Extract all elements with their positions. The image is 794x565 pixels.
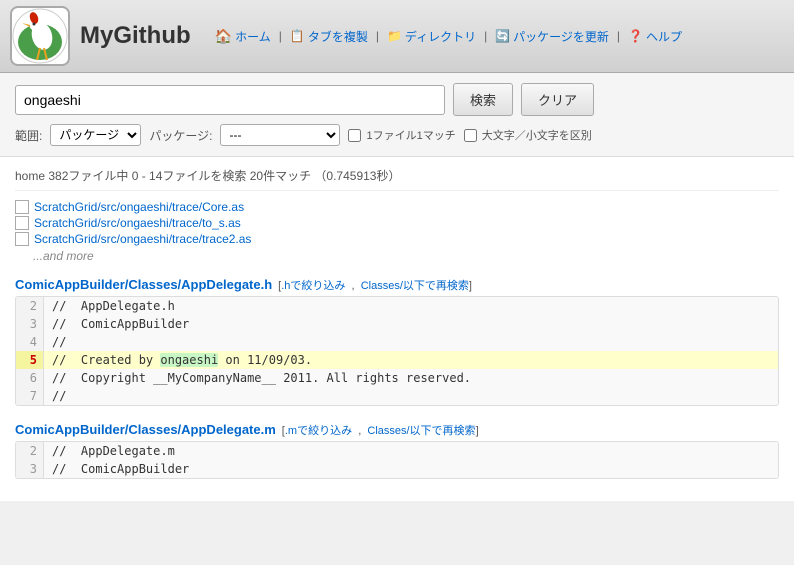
code-file-link[interactable]: ComicAppBuilder/Classes/AppDelegate.m [15, 422, 276, 437]
scope-select[interactable]: パッケージ [50, 124, 141, 146]
code-line: 6 // Copyright __MyCompanyName__ 2011. A… [16, 369, 778, 387]
filter-ext-link[interactable]: .hで絞り込み [281, 280, 345, 292]
directory-icon: 📁 [387, 29, 402, 43]
filter-row: 範囲: パッケージ パッケージ: --- 1ファイル1マッチ 大文字／小文字を区… [15, 124, 779, 146]
one-file-match-checkbox[interactable] [348, 129, 361, 142]
nav-update-package[interactable]: 🔄 パッケージを更新 [491, 26, 613, 47]
code-result-header: ComicAppBuilder/Classes/AppDelegate.h [.… [15, 273, 779, 296]
search-input[interactable] [15, 85, 445, 115]
results-area: home 382ファイル中 0 - 14ファイルを検索 20件マッチ （0.74… [0, 157, 794, 501]
filter-dir-link[interactable]: Classes/以下で再検索 [361, 280, 469, 292]
package-select[interactable]: --- [220, 124, 340, 146]
code-line-highlight: 5 // Created by ongaeshi on 11/09/03. [16, 351, 778, 369]
search-button[interactable]: 検索 [453, 83, 513, 116]
header: MyGithub 🏠 ホーム | 📋 タブを複製 | 📁 ディレクトリ | 🔄 … [0, 0, 794, 73]
filter-ext-link[interactable]: .mで絞り込み [285, 425, 352, 437]
clear-button[interactable]: クリア [521, 83, 594, 116]
code-line: 2 // AppDelegate.m [16, 442, 778, 460]
code-result: ComicAppBuilder/Classes/AppDelegate.m [.… [15, 418, 779, 479]
code-block: 2 // AppDelegate.h 3 // ComicAppBuilder … [15, 296, 779, 406]
nav-bar: 🏠 ホーム | 📋 タブを複製 | 📁 ディレクトリ | 🔄 パッケージを更新 … [211, 26, 686, 47]
app-logo [10, 6, 70, 66]
file-link[interactable]: ScratchGrid/src/ongaeshi/trace/trace2.as [34, 232, 251, 246]
code-line: 7 // [16, 387, 778, 405]
case-sensitive-label[interactable]: 大文字／小文字を区別 [464, 127, 592, 143]
nav-help[interactable]: ❓ ヘルプ [624, 26, 686, 47]
filter-dir-link[interactable]: Classes/以下で再検索 [367, 425, 475, 437]
scope-label: 範囲: [15, 127, 42, 144]
nav-directory[interactable]: 📁 ディレクトリ [383, 26, 480, 47]
logo-icon [12, 8, 68, 64]
file-link[interactable]: ScratchGrid/src/ongaeshi/trace/to_s.as [34, 216, 241, 230]
one-file-match-label[interactable]: 1ファイル1マッチ [348, 127, 455, 143]
search-area: 検索 クリア 範囲: パッケージ パッケージ: --- 1ファイル1マッチ 大文… [0, 73, 794, 157]
search-row: 検索 クリア [15, 83, 779, 116]
help-icon: ❓ [628, 29, 643, 43]
case-sensitive-checkbox[interactable] [464, 129, 477, 142]
and-more: ...and more [15, 247, 779, 267]
code-file-link[interactable]: ComicAppBuilder/Classes/AppDelegate.h [15, 277, 272, 292]
update-icon: 🔄 [495, 29, 510, 43]
list-item: ScratchGrid/src/ongaeshi/trace/Core.as [15, 199, 779, 215]
code-line: 3 // ComicAppBuilder [16, 460, 778, 478]
code-result-header: ComicAppBuilder/Classes/AppDelegate.m [.… [15, 418, 779, 441]
nav-home[interactable]: 🏠 ホーム [211, 26, 275, 47]
home-icon: 🏠 [215, 28, 232, 45]
code-result: ComicAppBuilder/Classes/AppDelegate.h [.… [15, 273, 779, 406]
package-label: パッケージ: [149, 127, 212, 144]
file-icon [15, 232, 29, 246]
app-title: MyGithub [80, 22, 191, 50]
code-line: 4 // [16, 333, 778, 351]
file-link[interactable]: ScratchGrid/src/ongaeshi/trace/Core.as [34, 200, 244, 214]
code-block: 2 // AppDelegate.m 3 // ComicAppBuilder [15, 441, 779, 479]
nav-copy-tab[interactable]: 📋 タブを複製 [286, 26, 372, 47]
copy-tab-icon: 📋 [290, 29, 305, 43]
code-filter-links: [.mで絞り込み , Classes/以下で再検索] [282, 422, 479, 438]
list-item: ScratchGrid/src/ongaeshi/trace/trace2.as [15, 231, 779, 247]
results-summary: home 382ファイル中 0 - 14ファイルを検索 20件マッチ （0.74… [15, 157, 779, 191]
file-list: ScratchGrid/src/ongaeshi/trace/Core.as S… [15, 199, 779, 267]
file-icon [15, 216, 29, 230]
code-line: 2 // AppDelegate.h [16, 297, 778, 315]
list-item: ScratchGrid/src/ongaeshi/trace/to_s.as [15, 215, 779, 231]
code-line: 3 // ComicAppBuilder [16, 315, 778, 333]
code-filter-links: [.hで絞り込み , Classes/以下で再検索] [278, 277, 472, 293]
file-icon [15, 200, 29, 214]
